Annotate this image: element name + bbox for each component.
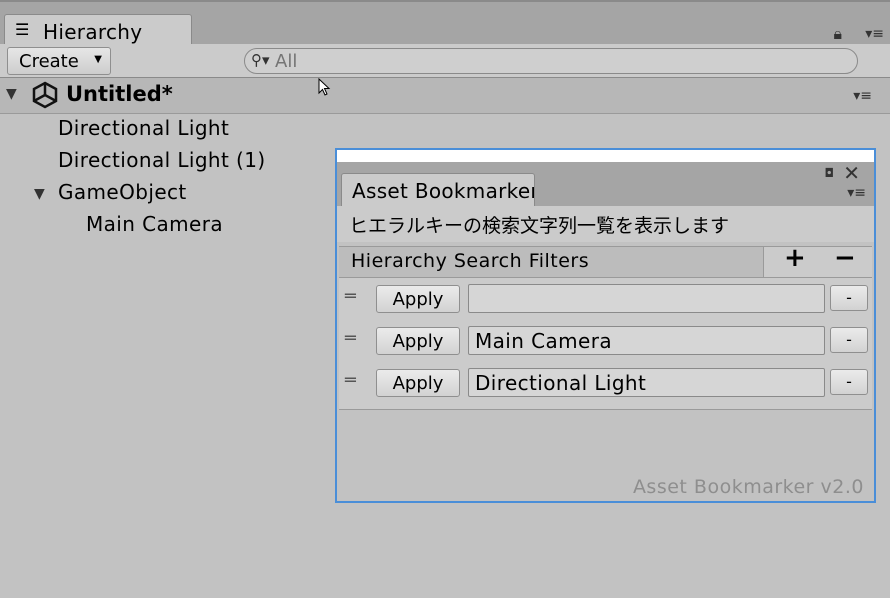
apply-button[interactable]: Apply xyxy=(376,285,460,313)
asset-bookmarker-tab-label: Asset Bookmarker xyxy=(352,179,535,203)
search-icon: ⚲▾ xyxy=(251,51,270,69)
scene-row[interactable]: ▼ Untitled* ▾≡ xyxy=(0,78,890,114)
filter-input[interactable] xyxy=(468,284,825,313)
filters-title: Hierarchy Search Filters xyxy=(351,250,590,272)
description-text: ヒエラルキーの検索文字列一覧を表示します xyxy=(349,215,730,237)
hierarchy-toolbar: Create ▼ ⚲▾ xyxy=(0,44,890,78)
filter-row: ═ Apply - xyxy=(339,320,872,362)
hierarchy-tab-bar: ☰ Hierarchy 🔒︎ ▾≡ xyxy=(0,0,890,46)
add-filter-button[interactable]: + xyxy=(784,243,806,273)
hierarchy-item-directional-light[interactable]: Directional Light xyxy=(58,116,229,140)
search-input[interactable] xyxy=(275,49,835,73)
hierarchy-tab[interactable]: ☰ Hierarchy xyxy=(4,14,192,46)
create-button-label: Create xyxy=(19,51,79,72)
hierarchy-item-main-camera[interactable]: Main Camera xyxy=(86,212,223,236)
expand-arrow-icon[interactable]: ▼ xyxy=(34,186,45,202)
hierarchy-item-directional-light-1[interactable]: Directional Light (1) xyxy=(58,148,266,172)
asset-bookmarker-window: Asset Bookmarker ◘ ✕ ▾≡ ヒエラルキーの検索文字列一覧を表… xyxy=(335,148,876,503)
remove-row-button[interactable]: - xyxy=(830,327,868,353)
drag-handle-icon[interactable]: ═ xyxy=(345,370,356,391)
filter-row: ═ Apply - xyxy=(339,278,872,320)
filters-header: Hierarchy Search Filters + − xyxy=(339,243,872,278)
list-icon: ☰ xyxy=(15,20,30,39)
scene-name: Untitled* xyxy=(66,82,173,106)
unity-logo-icon xyxy=(32,81,58,109)
window-menu-icon[interactable]: ▾≡ xyxy=(847,185,866,201)
lock-icon[interactable]: 🔒︎ xyxy=(833,24,842,44)
filters-header-buttons: + − xyxy=(763,243,872,277)
hierarchy-item-gameobject[interactable]: GameObject xyxy=(58,180,187,204)
filter-input[interactable] xyxy=(468,368,825,397)
hierarchy-tab-label: Hierarchy xyxy=(43,20,143,44)
caret-down-icon: ▼ xyxy=(94,54,102,65)
remove-row-button[interactable]: - xyxy=(830,369,868,395)
tab-menu-icon[interactable]: ▾≡ xyxy=(865,26,884,42)
asset-bookmarker-tab[interactable]: Asset Bookmarker xyxy=(341,173,535,206)
window-description: ヒエラルキーの検索文字列一覧を表示します xyxy=(337,206,874,242)
expand-arrow-icon[interactable]: ▼ xyxy=(6,86,17,102)
close-icon[interactable]: ✕ xyxy=(843,161,860,185)
filters-list: ═ Apply - ═ Apply - ═ Apply - xyxy=(339,278,872,410)
remove-row-button[interactable]: - xyxy=(830,285,868,311)
filter-row: ═ Apply - xyxy=(339,362,872,404)
scene-menu-icon[interactable]: ▾≡ xyxy=(853,88,872,104)
window-tab-bar: Asset Bookmarker ◘ ✕ ▾≡ xyxy=(337,161,874,206)
maximize-icon[interactable]: ◘ xyxy=(825,166,835,180)
remove-filter-button[interactable]: − xyxy=(834,243,856,273)
search-field[interactable]: ⚲▾ xyxy=(244,48,858,74)
apply-button[interactable]: Apply xyxy=(376,327,460,355)
drag-handle-icon[interactable]: ═ xyxy=(345,328,356,349)
window-titlebar[interactable] xyxy=(337,150,874,162)
filter-input[interactable] xyxy=(468,326,825,355)
mouse-cursor-icon xyxy=(318,78,331,96)
drag-handle-icon[interactable]: ═ xyxy=(345,286,356,307)
create-button[interactable]: Create ▼ xyxy=(7,47,111,75)
apply-button[interactable]: Apply xyxy=(376,369,460,397)
version-label: Asset Bookmarker v2.0 xyxy=(632,476,864,498)
